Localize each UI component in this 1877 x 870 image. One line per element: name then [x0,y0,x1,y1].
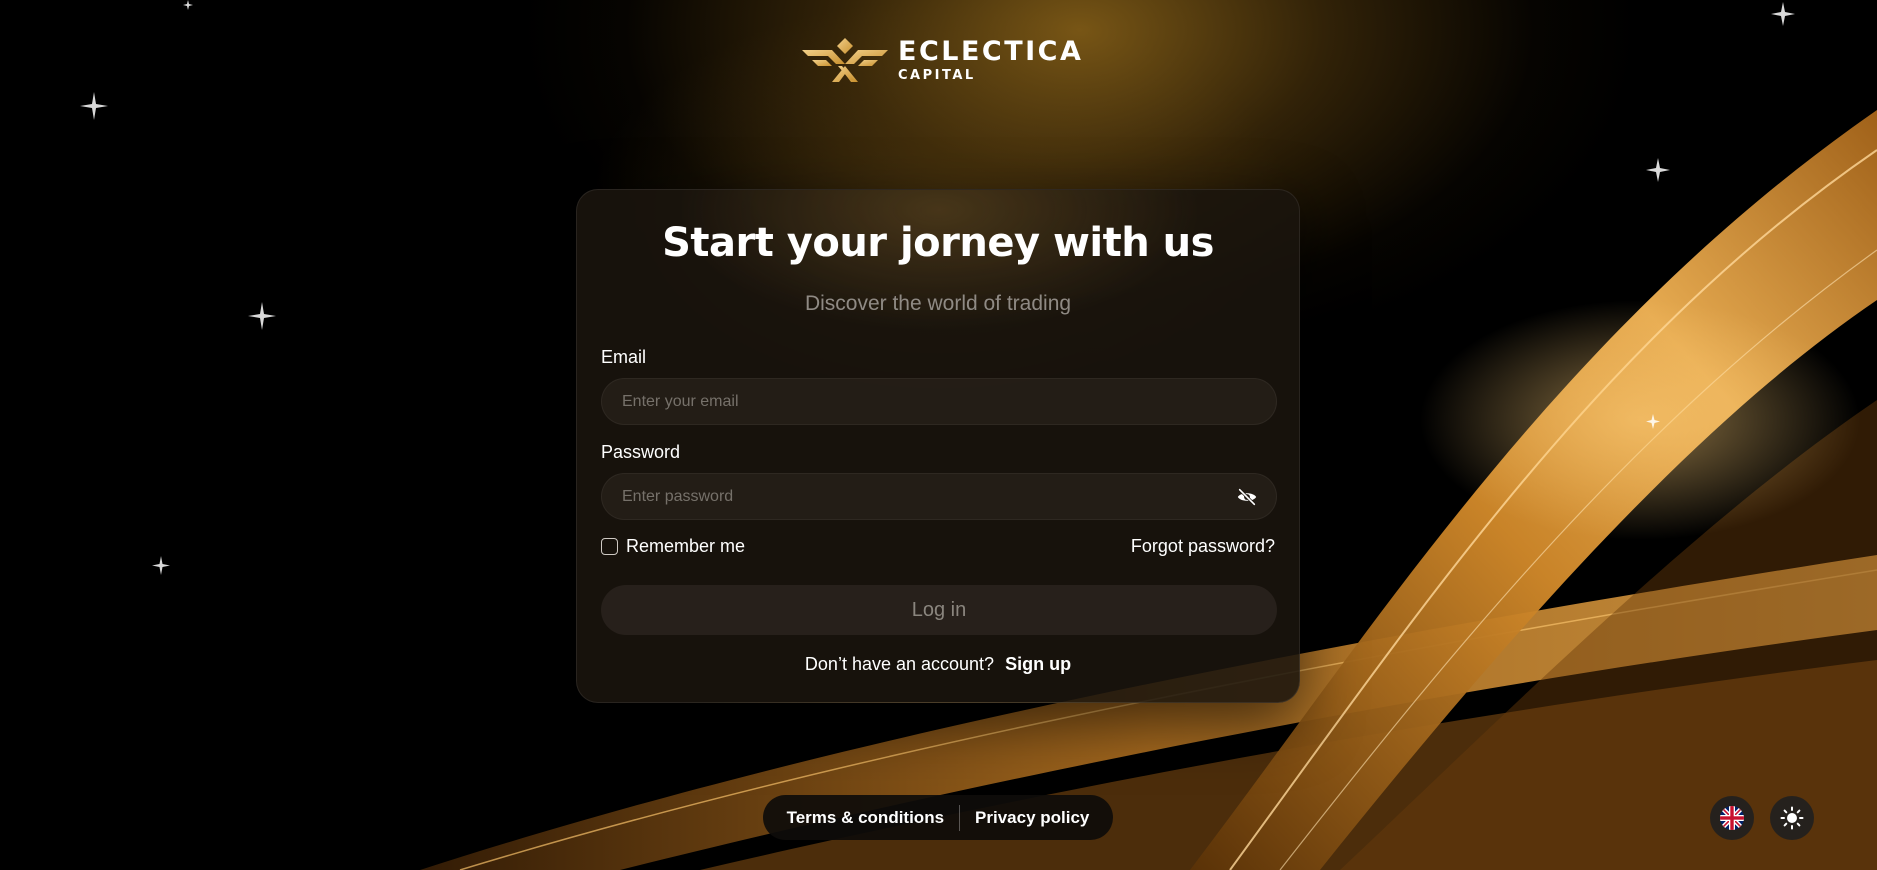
brand-subname: CAPITAL [898,68,976,83]
password-field-wrapper [601,473,1277,520]
signup-row: Don’t have an account? Sign up [577,654,1299,675]
login-button[interactable]: Log in [601,585,1277,635]
privacy-link[interactable]: Privacy policy [960,808,1104,828]
theme-toggle-button[interactable] [1770,796,1814,840]
signup-prompt: Don’t have an account? [804,654,995,674]
login-title: Start your jorney with us [662,220,1214,266]
forgot-password-link[interactable]: Forgot password? [1131,536,1275,557]
email-input[interactable] [602,379,1276,424]
remember-me-checkbox[interactable] [601,538,618,555]
uk-flag-icon [1720,806,1744,830]
password-label: Password [601,442,681,462]
brand-logo[interactable]: ECLECTICA CAPITAL [802,36,1083,84]
footer-links: Terms & conditions Privacy policy [763,795,1113,840]
terms-link[interactable]: Terms & conditions [772,808,959,828]
brand-name: ECLECTICA [898,36,1084,67]
remember-me-toggle[interactable]: Remember me [601,536,745,557]
language-button[interactable] [1710,796,1754,840]
login-card: Start your jorney with us Discover the w… [576,189,1300,703]
email-field-wrapper [601,378,1277,425]
eclectica-wings-logo-icon [802,38,888,82]
sun-icon [1780,806,1804,830]
eye-off-icon[interactable] [1236,486,1258,508]
login-subtitle: Discover the world of trading [804,292,1072,315]
password-input[interactable] [602,474,1276,519]
login-page: ECLECTICA CAPITAL Start your jorney with… [0,0,1877,870]
email-label: Email [601,347,647,367]
signup-link[interactable]: Sign up [1005,654,1071,674]
remember-me-label: Remember me [626,536,746,556]
